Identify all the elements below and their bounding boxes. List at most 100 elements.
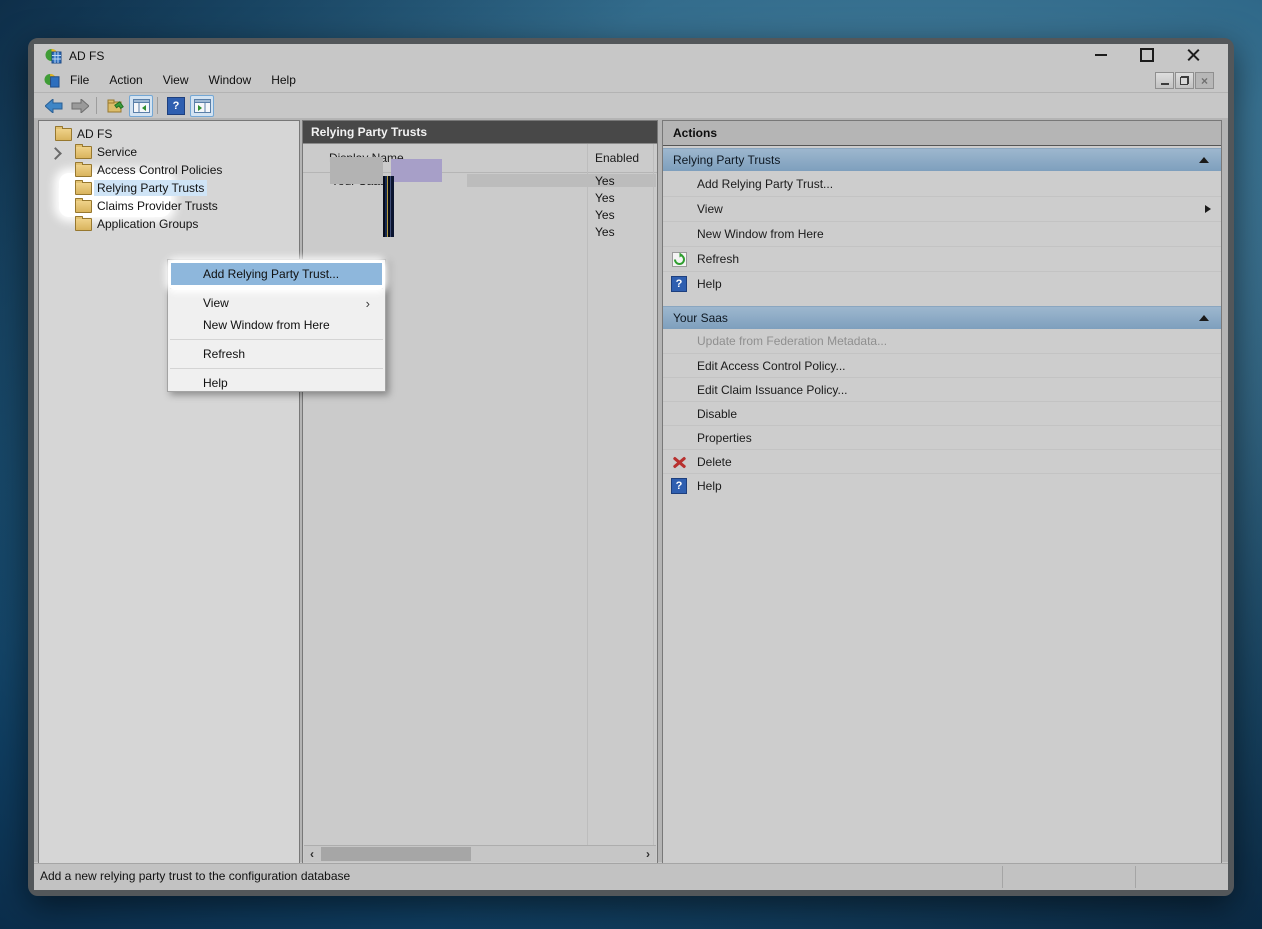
menu-help[interactable]: Help — [261, 69, 306, 91]
actions-group-items: Update from Federation Metadata... Edit … — [663, 329, 1221, 497]
action-label: New Window from Here — [697, 227, 824, 241]
actions-pane-title: Actions — [663, 121, 1221, 146]
context-menu-new-window-from-here[interactable]: New Window from Here — [171, 314, 382, 336]
status-text: Add a new relying party trust to the con… — [40, 869, 350, 883]
scroll-right-arrow[interactable]: › — [640, 846, 656, 862]
group-title: Your Saas — [673, 311, 728, 325]
action-new-window-from-here[interactable]: New Window from Here — [663, 221, 1221, 246]
mdi-minimize-button[interactable] — [1155, 72, 1174, 89]
action-pane-icon — [194, 99, 211, 113]
action-add-relying-party-trust[interactable]: Add Relying Party Trust... — [663, 171, 1221, 196]
action-help[interactable]: ? Help — [663, 271, 1221, 296]
console-tree-icon — [133, 99, 150, 113]
export-list-icon — [107, 98, 124, 113]
titlebar[interactable]: AD FS — [34, 44, 1228, 68]
menu-window[interactable]: Window — [199, 69, 262, 91]
minimize-button[interactable] — [1090, 44, 1112, 65]
collapse-arrow-icon[interactable] — [1199, 157, 1209, 163]
horizontal-scrollbar[interactable]: ‹ › — [304, 845, 656, 862]
statusbar-divider — [1002, 866, 1003, 888]
menu-file[interactable]: File — [60, 69, 99, 91]
action-label: Properties — [697, 431, 752, 445]
tree-item-relying-party-trusts[interactable]: Relying Party Trusts — [39, 179, 299, 197]
tree-item-service[interactable]: Service — [39, 143, 299, 161]
column-header-enabled[interactable]: Enabled — [595, 151, 639, 165]
tree-item-application-groups[interactable]: Application Groups — [39, 215, 299, 233]
menu-separator — [170, 339, 383, 340]
action-disable[interactable]: Disable — [663, 401, 1221, 425]
delete-icon — [671, 454, 687, 470]
action-label: Add Relying Party Trust... — [697, 177, 833, 191]
back-icon — [45, 99, 63, 113]
toolbar-separator — [157, 97, 158, 114]
forward-button[interactable] — [68, 95, 92, 117]
tree-item-label: AD FS — [77, 127, 112, 141]
context-menu-view[interactable]: View › — [171, 292, 382, 314]
adfs-app-icon — [45, 48, 62, 64]
mdi-restore-button[interactable] — [1175, 72, 1194, 89]
statusbar: Add a new relying party trust to the con… — [34, 863, 1228, 890]
submenu-arrow-icon: › — [366, 297, 370, 310]
action-label: Update from Federation Metadata... — [697, 334, 887, 348]
context-menu-label: Add Relying Party Trust... — [203, 267, 339, 281]
maximize-button[interactable] — [1136, 44, 1158, 65]
help-icon: ? — [671, 478, 687, 494]
desktop: { "window": { "title": "AD FS" }, "menub… — [0, 0, 1262, 929]
show-hide-action-pane-button[interactable] — [190, 95, 214, 117]
context-menu-label: View — [203, 296, 229, 310]
menu-action[interactable]: Action — [99, 69, 152, 91]
menu-view[interactable]: View — [153, 69, 199, 91]
folder-icon — [75, 146, 92, 159]
redaction-box-gray — [330, 157, 383, 184]
list-row[interactable]: Yes — [303, 223, 657, 240]
tree-item-claims-provider-trusts[interactable]: Claims Provider Trusts — [39, 197, 299, 215]
row-enabled-value: Yes — [595, 191, 615, 205]
column-divider — [587, 144, 588, 845]
actions-pane: Actions Relying Party Trusts Add Relying… — [662, 120, 1222, 866]
tree-item-adfs[interactable]: AD FS — [39, 125, 299, 143]
toolbar-separator — [96, 97, 97, 114]
action-update-from-federation-metadata: Update from Federation Metadata... — [663, 329, 1221, 353]
action-view[interactable]: View — [663, 196, 1221, 221]
export-list-button[interactable] — [103, 95, 127, 117]
action-properties[interactable]: Properties — [663, 425, 1221, 449]
console-content: AD FS Service Access Control Policies Re… — [34, 118, 1228, 862]
tree-item-access-control-policies[interactable]: Access Control Policies — [39, 161, 299, 179]
column-divider — [653, 144, 654, 845]
help-button[interactable]: ? — [164, 95, 188, 117]
actions-group-header-your-saas[interactable]: Your Saas — [663, 306, 1221, 329]
row-enabled-value: Yes — [595, 225, 615, 239]
context-menu-label: New Window from Here — [203, 318, 330, 332]
action-refresh[interactable]: Refresh — [663, 246, 1221, 271]
actions-group-header-relying-party-trusts[interactable]: Relying Party Trusts — [663, 148, 1221, 171]
scroll-left-arrow[interactable]: ‹ — [304, 846, 320, 862]
context-menu-label: Help — [203, 376, 228, 390]
folder-icon — [75, 218, 92, 231]
relying-party-list: Display Name Enabled Your Saas Yes Yes Y… — [303, 143, 657, 863]
chevron-right-icon[interactable] — [49, 147, 62, 160]
close-icon — [1187, 48, 1200, 61]
context-menu-help[interactable]: Help — [171, 372, 382, 394]
tree-item-label: Application Groups — [97, 217, 198, 231]
mdi-minimize-icon — [1161, 83, 1169, 85]
list-row[interactable]: Yes — [303, 189, 657, 206]
mdi-close-button[interactable]: × — [1195, 72, 1214, 89]
action-edit-claim-issuance-policy[interactable]: Edit Claim Issuance Policy... — [663, 377, 1221, 401]
context-menu-add-relying-party-trust[interactable]: Add Relying Party Trust... — [171, 263, 382, 285]
menu-separator — [170, 368, 383, 369]
show-hide-console-tree-button[interactable] — [129, 95, 153, 117]
action-edit-access-control-policy[interactable]: Edit Access Control Policy... — [663, 353, 1221, 377]
redaction-artifact-stripes — [383, 176, 394, 237]
group-title: Relying Party Trusts — [673, 153, 780, 167]
menubar: File Action View Window Help × — [34, 68, 1228, 93]
action-delete[interactable]: Delete — [663, 449, 1221, 473]
back-button[interactable] — [42, 95, 66, 117]
list-row[interactable]: Yes — [303, 206, 657, 223]
scrollbar-thumb[interactable] — [321, 847, 471, 861]
action-help[interactable]: ? Help — [663, 473, 1221, 497]
help-icon: ? — [671, 276, 687, 292]
context-menu-refresh[interactable]: Refresh — [171, 343, 382, 365]
close-button[interactable] — [1182, 44, 1204, 65]
collapse-arrow-icon[interactable] — [1199, 315, 1209, 321]
tree-item-label: Claims Provider Trusts — [97, 199, 218, 213]
